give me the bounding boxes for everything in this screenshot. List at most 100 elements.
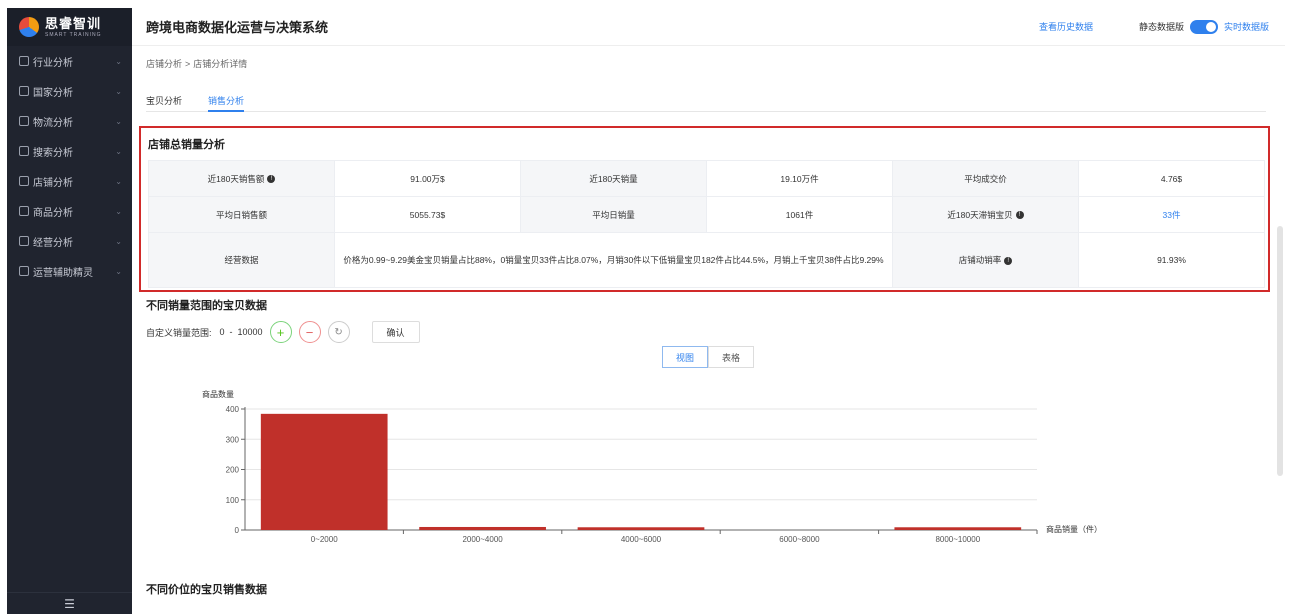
chevron-down-icon: ⌄ — [115, 86, 122, 96]
y-axis-label: 商品数量 — [202, 389, 234, 399]
x-axis-label: 商品销量（件） — [1046, 524, 1102, 534]
globe-icon — [19, 86, 29, 96]
brand-sub: SMART TRAINING — [45, 31, 102, 38]
assistant-icon — [19, 266, 29, 276]
stat-label: 近180天销售额! — [148, 160, 335, 197]
stat-label: 平均日销量 — [520, 196, 707, 233]
info-icon[interactable]: ! — [1015, 211, 1024, 220]
chevron-down-icon: ⌄ — [115, 236, 122, 246]
logo-icon — [19, 17, 39, 37]
ops-data-text: 价格为0.99~9.29美金宝贝销量占比88%，0销量宝贝33件占比8.07%，… — [334, 232, 893, 288]
tab-bar: 宝贝分析 销售分析 — [146, 88, 1266, 112]
stat-label-text: 近180天销售额 — [207, 173, 265, 184]
history-data-link[interactable]: 查看历史数据 — [1039, 20, 1093, 33]
stat-label-text: 店铺动销率 — [958, 255, 1002, 265]
table-row: 平均日销售额 5055.73$ 平均日销量 1061件 近180天滞销宝贝! 3… — [148, 196, 1265, 233]
range-controls: 自定义销量范围: 0 - 10000 + − ↻ 确认 — [146, 320, 420, 344]
search-icon — [19, 146, 29, 156]
y-tick-label: 200 — [226, 466, 240, 475]
sidebar-item-product[interactable]: 商品分析 ⌄ — [7, 196, 132, 226]
tab-sales-analysis[interactable]: 销售分析 — [208, 88, 245, 112]
sidebar-item-country[interactable]: 国家分析 ⌄ — [7, 76, 132, 106]
truck-icon — [19, 116, 29, 126]
document-icon — [19, 236, 29, 246]
info-icon[interactable]: ! — [1004, 256, 1013, 265]
sidebar-item-label: 经营分析 — [33, 237, 73, 249]
price-section-title: 不同价位的宝贝销售数据 — [146, 584, 267, 596]
bar — [577, 527, 705, 530]
stat-value: 33件 — [1078, 196, 1265, 233]
logo[interactable]: 思睿智训 SMART TRAINING — [7, 8, 132, 46]
static-version-label[interactable]: 静态数据版 — [1139, 20, 1184, 33]
chart-view-button[interactable]: 视图 — [662, 346, 708, 368]
sidebar-item-operation[interactable]: 经营分析 ⌄ — [7, 226, 132, 256]
stat-label: 近180天销量 — [520, 160, 707, 197]
data-version-toggle[interactable] — [1189, 19, 1218, 34]
summary-title: 店铺总销量分析 — [148, 139, 225, 151]
sales-range-bar-chart: 商品数量 0 100 200 300 400 0~2000 2000~4000 4000~600… — [202, 389, 1102, 544]
chevron-down-icon: ⌄ — [115, 176, 122, 186]
table-row: 近180天销售额! 91.00万$ 近180天销量 19.10万件 平均成交价 … — [148, 160, 1265, 197]
chevron-down-icon: ⌄ — [115, 56, 122, 66]
sidebar-item-label: 店铺分析 — [33, 177, 73, 189]
confirm-button[interactable]: 确认 — [371, 321, 420, 343]
stat-value: 5055.73$ — [334, 196, 521, 233]
sidebar-item-assistant[interactable]: 运营辅助精灵 ⌄ — [7, 256, 132, 286]
sidebar-item-search[interactable]: 搜索分析 ⌄ — [7, 136, 132, 166]
app-title: 跨境电商数据化运营与决策系统 — [146, 20, 329, 35]
remove-range-button[interactable]: − — [298, 321, 321, 343]
live-version-label[interactable]: 实时数据版 — [1224, 20, 1269, 33]
collapse-menu-icon[interactable]: ☰ — [7, 592, 132, 614]
breadcrumb: 店铺分析 > 店铺分析详情 — [146, 57, 247, 70]
x-tick-label: 0~2000 — [311, 535, 338, 544]
chevron-down-icon: ⌄ — [115, 116, 122, 126]
view-toggle: 视图 表格 — [662, 346, 754, 368]
stat-value: 91.00万$ — [334, 160, 521, 197]
sidebar: 思睿智训 SMART TRAINING 行业分析 ⌄ 国家分析 ⌄ 物流分析 ⌄ 搜索… — [7, 8, 132, 614]
bar — [419, 526, 546, 530]
range-label: 自定义销量范围: — [146, 327, 212, 338]
add-range-button[interactable]: + — [269, 321, 292, 343]
top-header: 跨境电商数据化运营与决策系统 查看历史数据 静态数据版 实时数据版 — [132, 8, 1285, 46]
y-tick-label: 300 — [226, 435, 240, 444]
breadcrumb-current: 店铺分析详情 — [193, 59, 248, 69]
store-sales-summary: 店铺总销量分析 近180天销售额! 91.00万$ 近180天销量 19.10万… — [139, 126, 1270, 292]
stat-label: 店铺动销率! — [892, 232, 1079, 288]
range-max-input[interactable]: 10000 — [238, 327, 263, 337]
sidebar-item-logistics[interactable]: 物流分析 ⌄ — [7, 106, 132, 136]
sidebar-item-label: 行业分析 — [33, 57, 73, 69]
sidebar-item-label: 搜索分析 — [33, 147, 73, 159]
stat-label: 平均日销售额 — [148, 196, 335, 233]
bar — [894, 527, 1022, 530]
x-tick-label: 8000~10000 — [935, 535, 980, 544]
breadcrumb-parent[interactable]: 店铺分析 — [146, 59, 182, 69]
sidebar-item-industry[interactable]: 行业分析 ⌄ — [7, 46, 132, 76]
chevron-down-icon: ⌄ — [115, 266, 122, 276]
unsold-items-link[interactable]: 33件 — [1163, 210, 1181, 220]
store-icon — [19, 176, 29, 186]
range-min-input[interactable]: 0 — [220, 327, 225, 337]
table-row: 经营数据 价格为0.99~9.29美金宝贝销量占比88%，0销量宝贝33件占比8… — [148, 232, 1265, 288]
y-tick-label: 400 — [226, 405, 240, 414]
x-tick-label: 6000~8000 — [779, 535, 820, 544]
stat-label: 经营数据 — [148, 232, 335, 288]
sidebar-item-store[interactable]: 店铺分析 ⌄ — [7, 166, 132, 196]
reset-range-button[interactable]: ↻ — [327, 321, 350, 343]
sidebar-item-label: 商品分析 — [33, 207, 73, 219]
chevron-down-icon: ⌄ — [115, 206, 122, 216]
stat-value: 91.93% — [1078, 232, 1265, 288]
table-view-button[interactable]: 表格 — [708, 346, 754, 368]
info-icon[interactable]: ! — [267, 175, 276, 184]
stat-label: 平均成交价 — [892, 160, 1079, 197]
chevron-down-icon: ⌄ — [115, 146, 122, 156]
y-tick-label: 100 — [226, 496, 240, 505]
scrollbar[interactable] — [1277, 226, 1283, 476]
sidebar-item-label: 运营辅助精灵 — [33, 267, 93, 279]
y-tick-label: 0 — [235, 526, 240, 535]
tab-product-analysis[interactable]: 宝贝分析 — [146, 88, 182, 112]
bar — [260, 413, 388, 530]
stat-label: 近180天滞销宝贝! — [892, 196, 1079, 233]
range-section-title: 不同销量范围的宝贝数据 — [146, 300, 267, 312]
stat-value: 1061件 — [706, 196, 893, 233]
sidebar-menu: 行业分析 ⌄ 国家分析 ⌄ 物流分析 ⌄ 搜索分析 ⌄ 店铺分析 ⌄ 商品分析 ⌄ 经营分析… — [7, 46, 132, 286]
